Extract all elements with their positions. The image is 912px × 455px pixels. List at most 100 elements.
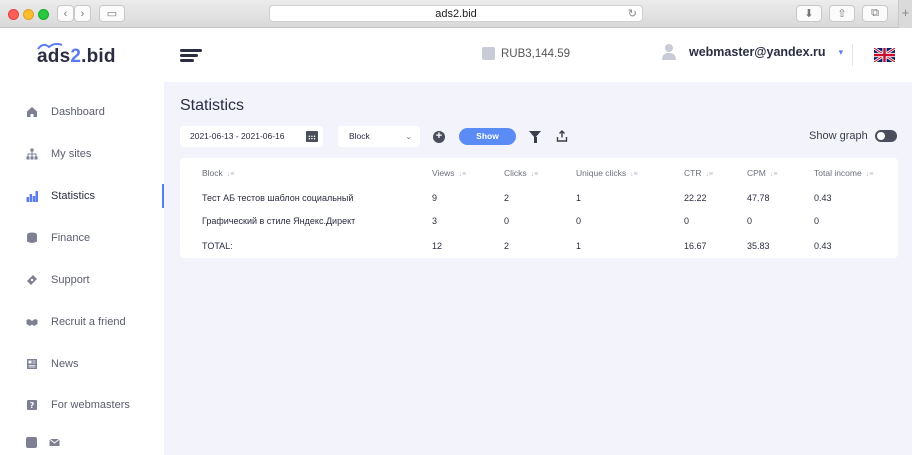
statistics-table bbox=[180, 158, 898, 258]
sort-icon: ↓≡ bbox=[630, 171, 638, 178]
table-cell-block: Графический в стиле Яндекс.Директ bbox=[202, 216, 356, 226]
column-header-views[interactable]: Views ↓≡ bbox=[432, 168, 466, 178]
show-graph-label: Show graph bbox=[809, 130, 868, 142]
chevron-left-icon: ‹ bbox=[63, 7, 68, 20]
table-cell-cpm: 47.78 bbox=[747, 193, 770, 203]
database-icon bbox=[27, 232, 37, 243]
sidebar-item-label: Statistics bbox=[51, 190, 96, 202]
newspaper-icon bbox=[27, 359, 37, 369]
facebook-icon[interactable] bbox=[26, 437, 37, 448]
header-divider bbox=[852, 44, 853, 66]
tabs-button[interactable]: ⧉ bbox=[862, 5, 888, 22]
sort-icon: ↓≡ bbox=[458, 171, 467, 178]
sidebar-item-my-sites[interactable]: My sites bbox=[0, 140, 164, 168]
date-range-picker[interactable]: 2021-06-13 - 2021-06-16 bbox=[180, 126, 323, 147]
page-title: Statistics bbox=[180, 97, 245, 114]
new-tab-button[interactable]: + bbox=[898, 0, 912, 28]
user-email: webmaster@yandex.ru bbox=[689, 45, 826, 59]
logo-text-prefix: ads bbox=[37, 46, 71, 67]
logo-text-two: 2 bbox=[70, 46, 82, 67]
table-cell-ctr: 22.22 bbox=[684, 193, 707, 203]
back-button[interactable]: ‹ bbox=[57, 5, 74, 22]
share-button[interactable]: ⇧ bbox=[829, 5, 855, 22]
menu-toggle-icon[interactable] bbox=[180, 49, 202, 63]
uk-flag-icon[interactable] bbox=[874, 48, 895, 62]
tabs-icon: ⧉ bbox=[871, 7, 879, 19]
balance-value: RUB3,144.59 bbox=[501, 47, 571, 60]
wallet-icon bbox=[482, 47, 495, 60]
logo[interactable]: ads2.bid bbox=[37, 46, 116, 68]
sidebar-item-label: Support bbox=[51, 274, 90, 286]
downloads-button[interactable]: ⬇ bbox=[796, 5, 822, 22]
sidebar-item-dashboard[interactable]: Dashboard bbox=[0, 98, 164, 126]
sidebar-item-recruit-a-friend[interactable]: Recruit a friend bbox=[0, 308, 164, 336]
column-header-block[interactable]: Block ↓≡ bbox=[202, 168, 234, 178]
browser-toolbar: ‹ › ▭ ads2.bid ↻ ⬇ ⇧ ⧉ + bbox=[0, 0, 912, 28]
bar-chart-icon bbox=[26, 191, 38, 202]
sort-icon: ↓≡ bbox=[226, 171, 235, 178]
table-total-income: 0.43 bbox=[814, 241, 832, 251]
sitemap-icon bbox=[26, 148, 38, 160]
show-button[interactable]: Show bbox=[459, 128, 516, 145]
sort-icon: ↓≡ bbox=[865, 171, 874, 178]
export-icon[interactable] bbox=[556, 130, 568, 142]
minimize-window-button[interactable] bbox=[23, 9, 34, 20]
sidebar-item-label: Recruit a friend bbox=[51, 316, 126, 328]
table-cell-views: 3 bbox=[432, 216, 438, 226]
svg-text:?: ? bbox=[30, 401, 35, 410]
table-total-ctr: 16.67 bbox=[684, 241, 707, 251]
column-header-clicks[interactable]: Clicks ↓≡ bbox=[504, 168, 538, 178]
table-cell-block: Тест АБ тестов шаблон социальный bbox=[202, 193, 354, 203]
sort-icon: ↓≡ bbox=[705, 171, 714, 178]
column-header-total-income[interactable]: Total income ↓≡ bbox=[814, 168, 873, 178]
group-by-select[interactable]: Block ⌄ bbox=[338, 126, 420, 147]
table-total-unique-clicks: 1 bbox=[576, 241, 582, 251]
column-header-cpm[interactable]: CPM ↓≡ bbox=[747, 168, 777, 178]
share-icon: ⇧ bbox=[837, 8, 847, 20]
chevron-right-icon: › bbox=[80, 7, 85, 20]
table-cell-clicks: 2 bbox=[504, 193, 510, 203]
sidebar-item-support[interactable]: Support bbox=[0, 266, 164, 294]
sort-icon: ↓≡ bbox=[530, 171, 539, 178]
sidebar-item-statistics[interactable]: Statistics bbox=[0, 182, 164, 210]
question-icon: ? bbox=[27, 400, 37, 410]
sidebar-item-label: Dashboard bbox=[51, 106, 105, 118]
filter-icon[interactable] bbox=[529, 131, 541, 143]
close-window-button[interactable] bbox=[8, 9, 19, 20]
reload-icon[interactable]: ↻ bbox=[628, 6, 637, 22]
table-cell-views: 9 bbox=[432, 193, 438, 203]
download-icon: ⬇ bbox=[804, 8, 814, 20]
zoom-window-button[interactable] bbox=[38, 9, 49, 20]
mail-icon[interactable] bbox=[49, 437, 60, 448]
logo-text-suffix: .bid bbox=[81, 46, 116, 67]
sidebar-item-label: Finance bbox=[51, 232, 91, 244]
sort-icon: ↓≡ bbox=[769, 171, 778, 178]
table-total-clicks: 2 bbox=[504, 241, 510, 251]
sidebar-item-news[interactable]: News bbox=[0, 350, 164, 378]
address-bar[interactable]: ads2.bid ↻ bbox=[269, 5, 643, 22]
table-cell-total-income: 0 bbox=[814, 216, 820, 226]
table-cell-ctr: 0 bbox=[684, 216, 690, 226]
user-icon bbox=[662, 44, 676, 60]
table-cell-total-income: 0.43 bbox=[814, 193, 832, 203]
url-text: ads2.bid bbox=[435, 8, 477, 20]
sidebar-item-finance[interactable]: Finance bbox=[0, 224, 164, 252]
sidebar-toggle-button[interactable]: ▭ bbox=[99, 5, 125, 22]
table-cell-cpm: 0 bbox=[747, 216, 753, 226]
sidebar-item-for-webmasters[interactable]: ? For webmasters bbox=[0, 391, 164, 419]
column-header-ctr[interactable]: CTR ↓≡ bbox=[684, 168, 713, 178]
add-filter-icon[interactable]: + bbox=[433, 131, 445, 143]
app-header: ads2.bid RUB3,144.59 webmaster@yandex.ru… bbox=[0, 28, 912, 82]
user-menu[interactable]: webmaster@yandex.ru ▾ bbox=[662, 44, 843, 60]
handshake-icon bbox=[26, 319, 38, 326]
column-header-unique-clicks[interactable]: Unique clicks ↓≡ bbox=[576, 168, 638, 178]
show-graph-toggle[interactable] bbox=[875, 130, 897, 142]
forward-button[interactable]: › bbox=[74, 5, 91, 22]
ticket-icon bbox=[27, 275, 37, 285]
table-cell-unique-clicks: 0 bbox=[576, 216, 582, 226]
sidebar-item-label: News bbox=[51, 358, 79, 370]
table-total-views: 12 bbox=[432, 241, 443, 251]
calendar-icon[interactable] bbox=[306, 131, 318, 142]
table-total-cpm: 35.83 bbox=[747, 241, 770, 251]
home-icon bbox=[27, 107, 37, 117]
